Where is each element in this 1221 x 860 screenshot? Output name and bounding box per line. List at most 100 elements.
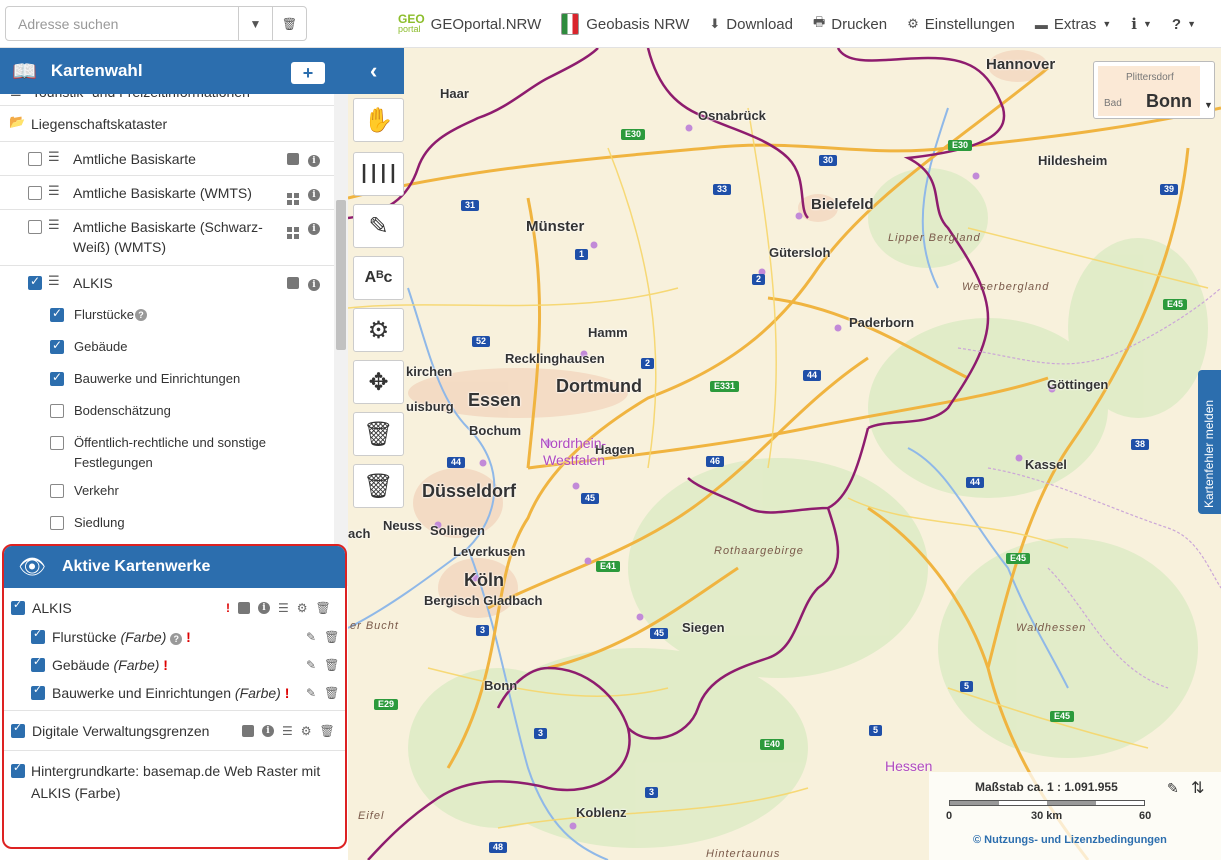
download-button[interactable]: ⬇ Download bbox=[699, 0, 803, 48]
add-layer-button[interactable]: + bbox=[291, 62, 325, 84]
active-layer-row[interactable]: Digitale Verwaltungsgrenzen i ☰ ⚙ 🗑 bbox=[4, 711, 345, 751]
draw-tool-button[interactable]: ✎ bbox=[353, 204, 404, 248]
gear-icon[interactable]: ⚙ bbox=[297, 601, 308, 615]
gear-cursor-icon: ⚙ bbox=[367, 316, 390, 344]
layer-row[interactable]: ☰ Amtliche Basiskarte (Schwarz-Weiß) (WM… bbox=[0, 210, 334, 266]
sublayer-checkbox[interactable] bbox=[50, 306, 64, 322]
search-input[interactable]: Adresse suchen bbox=[6, 16, 238, 32]
city-label: Münster bbox=[526, 218, 585, 235]
city-label: Leverkusen bbox=[453, 544, 526, 559]
license-link[interactable]: © Nutzungs- und Lizenzbedingungen bbox=[973, 834, 1167, 846]
printer-icon: 🖶 bbox=[812, 14, 826, 29]
active-layer-checkbox[interactable] bbox=[11, 761, 25, 778]
sublayer-row[interactable]: Gebäude bbox=[0, 332, 334, 364]
scale-panel: Maßstab ca. 1 : 1.091.955 0 30 km 60 © N… bbox=[929, 772, 1221, 860]
move-tool-button[interactable]: ✥ bbox=[353, 360, 404, 404]
scrollbar-thumb[interactable] bbox=[336, 200, 346, 350]
trash-icon[interactable]: 🗑 bbox=[324, 658, 339, 672]
sublayer-checkbox[interactable] bbox=[50, 436, 64, 450]
layer-tree-scrollbar[interactable] bbox=[334, 94, 348, 586]
active-layer-checkbox[interactable] bbox=[11, 598, 25, 615]
settings-button[interactable]: ⚙ Einstellungen bbox=[897, 0, 1025, 48]
trash-icon[interactable]: 🗑 bbox=[324, 686, 339, 700]
road-shield: 52 bbox=[472, 336, 491, 347]
info-menu[interactable]: i ▼ bbox=[1121, 0, 1162, 48]
pencil-icon[interactable]: ✎ bbox=[306, 686, 316, 700]
warning-icon[interactable]: ! bbox=[226, 601, 230, 615]
help-icon[interactable]: ? bbox=[135, 309, 147, 321]
active-layer-checkbox[interactable] bbox=[31, 655, 45, 672]
sublayer-row[interactable]: Bodenschätzung bbox=[0, 396, 334, 428]
region-label: Waldhessen bbox=[1016, 622, 1087, 634]
sublayer-checkbox[interactable] bbox=[50, 484, 64, 498]
legend-list-icon[interactable]: ☰ bbox=[282, 724, 293, 738]
edit-scale-icon[interactable]: ✎ bbox=[1167, 780, 1179, 797]
folder-row[interactable]: 📂 Liegenschaftskataster bbox=[0, 106, 334, 142]
trash-icon[interactable]: 🗑 bbox=[320, 724, 335, 738]
sublayer-row[interactable]: Verkehr bbox=[0, 476, 334, 508]
ruler-icon: ┃┃┃┃ bbox=[359, 166, 398, 183]
info-icon[interactable]: i bbox=[308, 276, 320, 291]
sublayer-row[interactable]: Bauwerke und Einrichtungen bbox=[0, 364, 334, 396]
road-shield: 48 bbox=[489, 842, 508, 853]
layer-checkbox[interactable] bbox=[28, 220, 42, 234]
info-icon[interactable]: i bbox=[262, 725, 274, 737]
layer-row[interactable]: ☰ Amtliche Basiskarte i bbox=[0, 142, 334, 176]
overview-map[interactable]: Plittersdorf Bad Bonn ▼ bbox=[1093, 61, 1215, 119]
pencil-icon[interactable]: ✎ bbox=[306, 630, 316, 644]
active-layer-checkbox[interactable] bbox=[31, 683, 45, 700]
delete-all-button[interactable]: 🗑 bbox=[353, 464, 404, 508]
sublayer-checkbox[interactable] bbox=[50, 516, 64, 530]
raster-icon bbox=[242, 725, 254, 737]
select-delete-tool-button[interactable]: 🗑 bbox=[353, 412, 404, 456]
active-layer-row[interactable]: Hintergrundkarte: basemap.de Web Raster … bbox=[4, 751, 345, 801]
sublayer-checkbox[interactable] bbox=[50, 370, 64, 386]
layer-checkbox[interactable] bbox=[28, 274, 42, 290]
info-icon[interactable]: i bbox=[308, 186, 320, 201]
help-menu[interactable]: ? ▼ bbox=[1162, 0, 1206, 48]
pan-tool-button[interactable]: ✋ bbox=[353, 98, 404, 142]
print-button[interactable]: 🖶 Drucken bbox=[803, 0, 897, 48]
layer-checkbox[interactable] bbox=[28, 186, 42, 200]
sublayer-row[interactable]: Siedlung bbox=[0, 508, 334, 540]
layer-label: Amtliche Basiskarte (Schwarz-Weiß) (WMTS… bbox=[73, 219, 263, 255]
collapse-panel-button[interactable]: ‹ bbox=[370, 58, 377, 84]
chevron-down-icon[interactable]: ▼ bbox=[1204, 100, 1213, 110]
active-sublayer-row[interactable]: Flurstücke (Farbe) ? ! ✎ 🗑 bbox=[4, 623, 345, 651]
sort-icon[interactable]: ⇅ bbox=[1191, 778, 1204, 798]
label-tool-button[interactable]: Aᴮc bbox=[353, 256, 404, 300]
sublayer-row[interactable]: Flurstücke ? bbox=[0, 300, 334, 332]
active-sublayer-row[interactable]: Bauwerke und Einrichtungen (Farbe) ! ✎ 🗑 bbox=[4, 679, 345, 711]
measure-tool-button[interactable]: ┃┃┃┃ bbox=[353, 152, 404, 196]
legend-list-icon[interactable]: ☰ bbox=[278, 601, 289, 615]
gear-icon[interactable]: ⚙ bbox=[301, 724, 312, 738]
map-view[interactable]: Hannover Haar Osnabrück Hildesheim Münst… bbox=[348, 48, 1221, 860]
search-dropdown-button[interactable]: ▼ bbox=[238, 7, 272, 40]
active-layer-checkbox[interactable] bbox=[31, 627, 45, 644]
settings-tool-button[interactable]: ⚙ bbox=[353, 308, 404, 352]
info-icon[interactable]: i bbox=[308, 220, 320, 235]
sublayer-checkbox[interactable] bbox=[50, 404, 64, 418]
trash-icon[interactable]: 🗑 bbox=[316, 601, 331, 615]
layer-row[interactable]: ☰ ALKIS i Flurstücke ? Gebäude Bauwerke … bbox=[0, 266, 334, 586]
active-layer-row[interactable]: ALKIS ! i ☰ ⚙ 🗑 bbox=[4, 596, 345, 620]
pencil-icon[interactable]: ✎ bbox=[306, 658, 316, 672]
active-layer-checkbox[interactable] bbox=[11, 721, 25, 738]
info-icon[interactable]: i bbox=[308, 152, 320, 167]
layer-checkbox[interactable] bbox=[28, 152, 42, 166]
sublayer-checkbox[interactable] bbox=[50, 338, 64, 354]
geoportal-link[interactable]: GEO portal GEOportal.NRW bbox=[388, 0, 551, 48]
report-map-error-button[interactable]: Kartenfehler melden bbox=[1198, 370, 1221, 514]
chevron-down-icon: ▼ bbox=[1102, 19, 1112, 29]
active-sublayer-row[interactable]: Gebäude (Farbe) ! ✎ 🗑 bbox=[4, 651, 345, 679]
info-icon[interactable]: i bbox=[258, 602, 270, 614]
layer-row[interactable]: ☰ Amtliche Basiskarte (WMTS) i bbox=[0, 176, 334, 210]
folder-row[interactable]: ☰ Touristik- und Freizeitinformationen bbox=[0, 94, 334, 106]
address-search[interactable]: Adresse suchen ▼ 🗑 bbox=[5, 6, 307, 41]
trash-icon[interactable]: 🗑 bbox=[324, 630, 339, 644]
city-label: Bochum bbox=[469, 423, 521, 438]
extras-menu[interactable]: ▬ Extras ▼ bbox=[1025, 0, 1121, 48]
sublayer-row[interactable]: Öffentlich-rechtliche und sonstige Festl… bbox=[0, 428, 334, 476]
search-clear-button[interactable]: 🗑 bbox=[272, 7, 306, 40]
geobasis-link[interactable]: Geobasis NRW bbox=[551, 0, 699, 48]
